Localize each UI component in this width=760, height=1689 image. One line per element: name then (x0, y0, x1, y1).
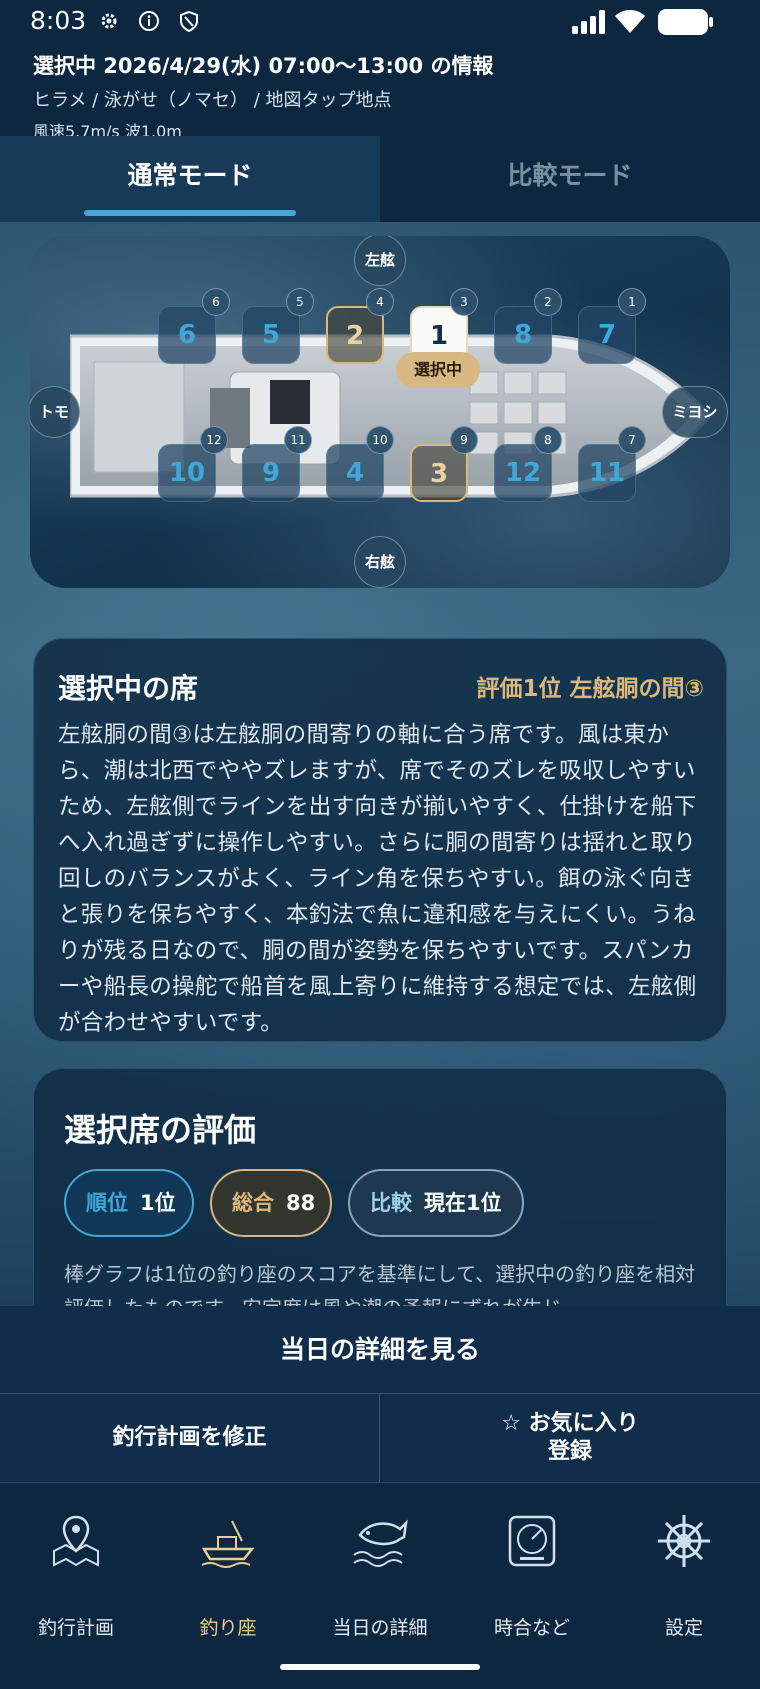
compare-chip-value: 現在1位 (424, 1191, 502, 1215)
status-bar: 8:03 (0, 0, 760, 44)
stern-label: トモ (30, 386, 80, 438)
tab-active-indicator (84, 210, 296, 216)
bottom-navigation: 釣行計画 釣り座 当日の詳細 時合など 設定 (0, 1482, 760, 1689)
shield-icon (178, 10, 200, 33)
rank-chip: 順位 1位 (64, 1169, 194, 1237)
selected-seat-title: 選択中の席 (58, 672, 199, 705)
seat-number-badge: 5 (286, 288, 314, 316)
port-side-label: 左舷 (354, 236, 406, 286)
compare-chip: 比較 現在1位 (348, 1169, 524, 1237)
seat-number-badge: 6 (202, 288, 230, 316)
signal-icon (572, 10, 605, 34)
tab-compare-mode[interactable]: 比較モード (380, 136, 760, 222)
tab-compare-label: 比較モード (507, 161, 633, 190)
seat-number-badge: 2 (534, 288, 562, 316)
seat-number-badge: 1 (618, 288, 646, 316)
selected-seat-rank: 評価1位 左舷胴の間③ (476, 676, 704, 702)
favorite-button-label-1: ☆ お気に入り (501, 1411, 639, 1436)
sonar-icon (508, 1515, 556, 1567)
seat-number-badge: 4 (366, 288, 394, 316)
nav-item-day-detail[interactable]: 当日の詳細 (304, 1483, 456, 1639)
total-chip-key: 総合 (232, 1191, 274, 1215)
view-day-detail-button[interactable]: 当日の詳細を見る (0, 1306, 760, 1394)
nav-item-settings[interactable]: 設定 (608, 1483, 760, 1639)
trip-target: ヒラメ / 泳がせ（ノマセ） / 地図タップ地点 (33, 90, 392, 111)
compare-chip-key: 比較 (370, 1191, 412, 1215)
total-chip-value: 88 (286, 1191, 316, 1215)
seat-number-badge: 12 (200, 426, 228, 454)
seat-number-badge: 3 (450, 288, 478, 316)
seat-number-badge: 7 (618, 426, 646, 454)
nav-item-plan[interactable]: 釣行計画 (0, 1483, 152, 1639)
selected-seat-tag: 選択中 (396, 352, 480, 388)
evaluation-title: 選択席の評価 (64, 1111, 257, 1149)
nav-label-plan: 釣行計画 (37, 1617, 114, 1639)
nav-label-day-detail: 当日の詳細 (332, 1617, 428, 1639)
home-indicator[interactable] (280, 1664, 480, 1670)
seat-6[interactable]: 6 (158, 306, 216, 364)
nav-label-seat: 釣り座 (199, 1617, 257, 1639)
favorite-button-label-2: 登録 (547, 1439, 592, 1464)
seat-number-badge: 9 (450, 426, 478, 454)
nav-label-settings: 設定 (664, 1617, 703, 1639)
helm-icon (658, 1515, 710, 1567)
boat-seat-map: 左舷 右舷 トモ ミヨシ 6 6 5 5 2 4 1 3 8 2 7 1 選択中… (30, 236, 730, 588)
rank-chip-value: 1位 (140, 1191, 176, 1215)
trip-info-header: 選択中 2026/4/29(水) 07:00〜13:00 の情報 ヒラメ / 泳… (0, 44, 760, 141)
action-bar: 当日の詳細を見る 釣行計画を修正 ☆ お気に入り 登録 (0, 1306, 760, 1482)
seat-number-badge: 8 (534, 426, 562, 454)
favorite-button[interactable]: ☆ お気に入り 登録 (380, 1394, 760, 1482)
starboard-side-label: 右舷 (354, 536, 406, 588)
fish-icon (353, 1519, 408, 1567)
nav-item-timing[interactable]: 時合など (456, 1483, 608, 1639)
rank-chip-key: 順位 (86, 1191, 128, 1215)
tab-normal-label: 通常モード (127, 161, 253, 190)
seat-number-badge: 10 (366, 426, 394, 454)
selected-seat-card: 選択中の席 評価1位 左舷胴の間③ 左舷胴の間③は左舷胴の間寄りの軸に合う席です… (33, 638, 727, 1042)
tab-normal-mode[interactable]: 通常モード (0, 136, 380, 222)
status-time: 8:03 (30, 6, 87, 35)
edit-plan-button[interactable]: 釣行計画を修正 (0, 1394, 380, 1482)
map-pin-icon (53, 1515, 99, 1567)
battery-icon (658, 9, 713, 35)
bow-label: ミヨシ (662, 386, 728, 438)
mode-tabs: 通常モード 比較モード (0, 136, 760, 222)
nav-label-timing: 時合など (493, 1617, 570, 1639)
info-icon (138, 10, 160, 32)
seat-number-badge: 11 (284, 426, 312, 454)
trip-date-title: 選択中 2026/4/29(水) 07:00〜13:00 の情報 (33, 54, 494, 78)
seat-5[interactable]: 5 (242, 306, 300, 364)
gear-icon (98, 10, 120, 32)
nav-item-seat[interactable]: 釣り座 (152, 1483, 304, 1639)
selected-seat-description: 左舷胴の間③は左舷胴の間寄りの軸に合う席です。風は東から、潮は北西でややズレます… (58, 722, 697, 1036)
total-score-chip: 総合 88 (210, 1169, 332, 1237)
boat-icon (201, 1520, 255, 1568)
wifi-icon (615, 10, 645, 33)
